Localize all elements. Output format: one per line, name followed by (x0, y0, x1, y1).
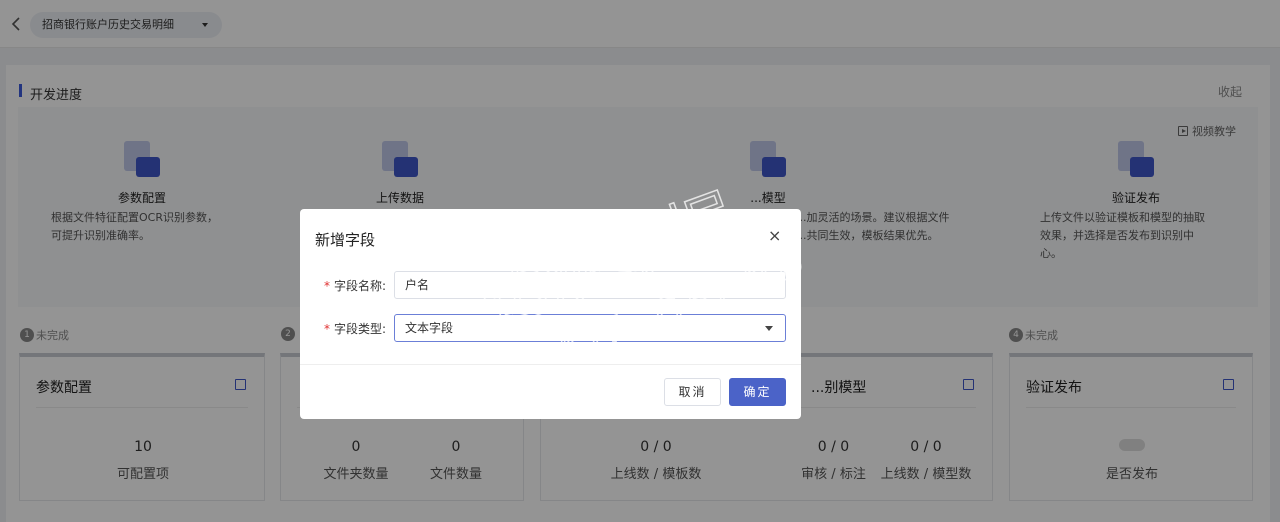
label-text: 字段名称: (334, 279, 387, 293)
select-value: 文本字段 (405, 321, 454, 335)
add-field-dialog: 新增字段 × * 字段名称: 户名 * 字段类型: 文本字段 取消 确定 (300, 209, 801, 419)
close-icon[interactable]: × (768, 228, 781, 244)
divider (300, 364, 801, 365)
input-value: 户名 (405, 278, 430, 292)
label-text: 字段类型: (334, 322, 387, 336)
cancel-button[interactable]: 取消 (664, 378, 721, 406)
dialog-title: 新增字段 (315, 231, 376, 249)
caret-down-icon (765, 326, 773, 331)
required-mark: * (324, 322, 330, 336)
confirm-button[interactable]: 确定 (729, 378, 786, 406)
required-mark: * (324, 279, 330, 293)
field-name-input[interactable]: 户名 (394, 271, 786, 299)
field-name-label: * 字段名称: (324, 277, 386, 294)
field-type-select[interactable]: 文本字段 (394, 314, 786, 342)
field-type-label: * 字段类型: (324, 320, 386, 337)
